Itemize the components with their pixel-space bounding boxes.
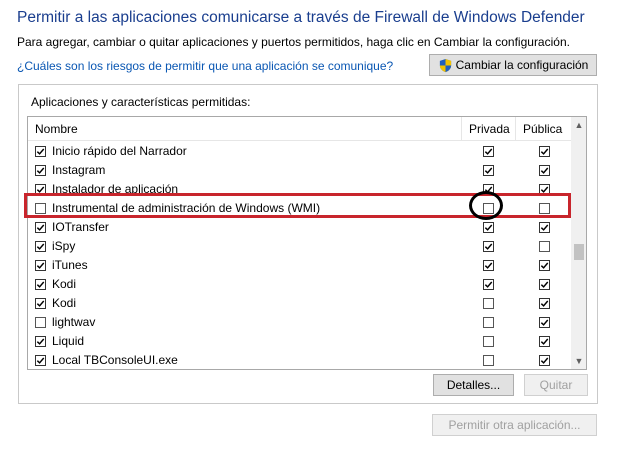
public-checkbox[interactable]	[539, 336, 550, 347]
public-checkbox[interactable]	[539, 298, 550, 309]
remove-button[interactable]: Quitar	[524, 374, 588, 396]
app-enabled-checkbox[interactable]	[35, 203, 46, 214]
list-header: Nombre Privada Pública	[28, 117, 571, 141]
app-name: Kodi	[52, 296, 77, 310]
list-item[interactable]: iTunes	[28, 256, 571, 275]
uac-shield-icon	[438, 58, 453, 73]
public-checkbox[interactable]	[539, 260, 550, 271]
allowed-apps-list: Nombre Privada Pública Inicio rápido del…	[27, 116, 587, 370]
list-item[interactable]: Instagram	[28, 161, 571, 180]
allow-other-app-button[interactable]: Permitir otra aplicación...	[432, 414, 597, 436]
app-enabled-checkbox[interactable]	[35, 165, 46, 176]
list-item[interactable]: IOTransfer	[28, 218, 571, 237]
chevron-down-icon[interactable]: ▼	[571, 353, 586, 369]
list-item[interactable]: Liquid	[28, 332, 571, 351]
app-name: Instalador de aplicación	[52, 182, 179, 196]
app-enabled-checkbox[interactable]	[35, 146, 46, 157]
app-name: Local TBConsoleUI.exe	[52, 353, 178, 367]
private-checkbox[interactable]	[483, 355, 494, 366]
change-settings-button[interactable]: Cambiar la configuración	[429, 54, 597, 76]
app-name: Liquid	[52, 334, 85, 348]
app-name: lightwav	[52, 315, 96, 329]
app-enabled-checkbox[interactable]	[35, 241, 46, 252]
details-button[interactable]: Detalles...	[433, 374, 514, 396]
app-enabled-checkbox[interactable]	[35, 260, 46, 271]
list-item[interactable]: Local TBConsoleUI.exe	[28, 351, 571, 369]
public-checkbox[interactable]	[539, 184, 550, 195]
app-enabled-checkbox[interactable]	[35, 184, 46, 195]
allowed-apps-group: Aplicaciones y características permitida…	[18, 84, 598, 404]
app-name: Instagram	[52, 163, 106, 177]
column-divider	[461, 117, 462, 140]
public-checkbox[interactable]	[539, 355, 550, 366]
private-checkbox[interactable]	[483, 260, 494, 271]
private-checkbox[interactable]	[483, 222, 494, 233]
risks-link[interactable]: ¿Cuáles son los riesgos de permitir que …	[17, 59, 393, 73]
app-enabled-checkbox[interactable]	[35, 317, 46, 328]
private-checkbox[interactable]	[483, 146, 494, 157]
list-item[interactable]: Kodi	[28, 294, 571, 313]
private-checkbox[interactable]	[483, 298, 494, 309]
app-enabled-checkbox[interactable]	[35, 298, 46, 309]
private-checkbox[interactable]	[483, 336, 494, 347]
change-settings-label: Cambiar la configuración	[455, 58, 589, 72]
app-name: IOTransfer	[52, 220, 109, 234]
list-item[interactable]: lightwav	[28, 313, 571, 332]
private-checkbox[interactable]	[483, 279, 494, 290]
private-checkbox[interactable]	[483, 184, 494, 195]
app-name: Kodi	[52, 277, 77, 291]
private-checkbox[interactable]	[483, 317, 494, 328]
public-checkbox[interactable]	[539, 279, 550, 290]
app-enabled-checkbox[interactable]	[35, 355, 46, 366]
column-header-name[interactable]: Nombre	[35, 122, 78, 136]
private-checkbox[interactable]	[483, 203, 494, 214]
private-checkbox[interactable]	[483, 165, 494, 176]
public-checkbox[interactable]	[539, 146, 550, 157]
list-item[interactable]: Kodi	[28, 275, 571, 294]
public-checkbox[interactable]	[539, 222, 550, 233]
allowed-apps-label: Aplicaciones y características permitida…	[31, 95, 251, 109]
app-name: Inicio rápido del Narrador	[52, 144, 187, 158]
column-header-public[interactable]: Pública	[523, 122, 562, 136]
public-checkbox[interactable]	[539, 241, 550, 252]
scrollbar-thumb[interactable]	[574, 244, 584, 260]
app-name: iTunes	[52, 258, 88, 272]
private-checkbox[interactable]	[483, 241, 494, 252]
app-enabled-checkbox[interactable]	[35, 222, 46, 233]
page-title: Permitir a las aplicaciones comunicarse …	[17, 9, 585, 26]
page-subtitle: Para agregar, cambiar o quitar aplicacio…	[17, 35, 570, 49]
public-checkbox[interactable]	[539, 203, 550, 214]
app-enabled-checkbox[interactable]	[35, 279, 46, 290]
app-name: iSpy	[52, 239, 76, 253]
column-header-private[interactable]: Privada	[469, 122, 510, 136]
public-checkbox[interactable]	[539, 165, 550, 176]
vertical-scrollbar[interactable]: ▲ ▼	[571, 117, 586, 369]
chevron-up-icon[interactable]: ▲	[571, 117, 586, 133]
app-name: Instrumental de administración de Window…	[52, 201, 321, 215]
list-item[interactable]: iSpy	[28, 237, 571, 256]
public-checkbox[interactable]	[539, 317, 550, 328]
app-enabled-checkbox[interactable]	[35, 336, 46, 347]
list-item[interactable]: Instrumental de administración de Window…	[28, 199, 571, 218]
list-item[interactable]: Instalador de aplicación	[28, 180, 571, 199]
list-item[interactable]: Inicio rápido del Narrador	[28, 142, 571, 161]
column-divider	[515, 117, 516, 140]
